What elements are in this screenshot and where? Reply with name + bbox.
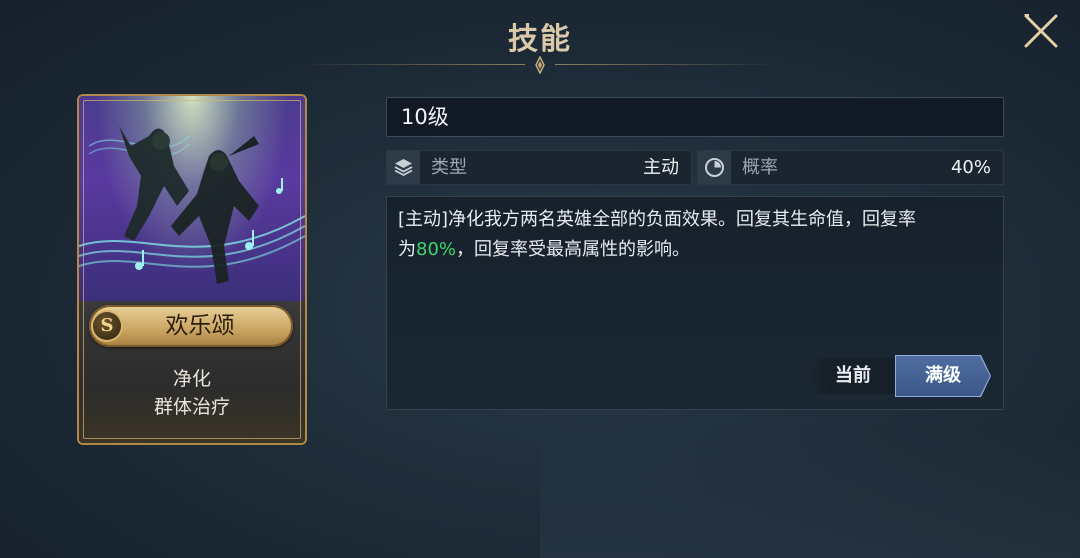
background-cityscape (540, 430, 1080, 558)
header-divider-left (300, 64, 525, 65)
rank-badge: S (93, 312, 121, 340)
skill-artwork (79, 96, 305, 306)
skill-tag-secondary: 群体治疗 (153, 396, 230, 418)
stat-rate-label: 概率 (742, 157, 778, 178)
close-button[interactable] (1020, 10, 1062, 52)
skill-description: [主动]净化我方两名英雄全部的负面效果。回复其生命值，回复率 为80%，回复率受… (398, 205, 998, 265)
close-icon (1024, 14, 1058, 48)
header-divider-right (555, 64, 780, 65)
skill-name: 欢乐颂 (165, 313, 235, 339)
skill-level-box: 10级 (386, 97, 1004, 137)
pie-chart-icon (698, 151, 731, 184)
stat-rate: 概率 40% (697, 150, 1004, 185)
skill-level: 10级 (401, 105, 449, 129)
stat-type-label: 类型 (431, 157, 467, 178)
stat-rate-value: 40% (950, 157, 991, 178)
stat-type-value: 主动 (643, 157, 679, 178)
heal-rate-value: 80% (416, 239, 457, 260)
layers-icon (387, 151, 420, 184)
stat-type: 类型 主动 (386, 150, 692, 185)
current-level-tab[interactable]: 当前 (806, 358, 900, 394)
dancers-illustration (79, 126, 305, 284)
max-level-tab[interactable]: 满级 (896, 356, 990, 396)
description-prefix: 为 (398, 239, 416, 260)
description-line-2: 为80%，回复率受最高属性的影响。 (398, 235, 998, 265)
page-title: 技能 (508, 22, 572, 57)
description-line-1: [主动]净化我方两名英雄全部的负面效果。回复其生命值，回复率 (398, 209, 917, 230)
diamond-ornament-icon (535, 56, 545, 74)
skill-card: S 欢乐颂 净化 群体治疗 (79, 96, 305, 443)
skill-tag-primary: 净化 (172, 368, 211, 390)
description-suffix: ，回复率受最高属性的影响。 (456, 239, 691, 260)
